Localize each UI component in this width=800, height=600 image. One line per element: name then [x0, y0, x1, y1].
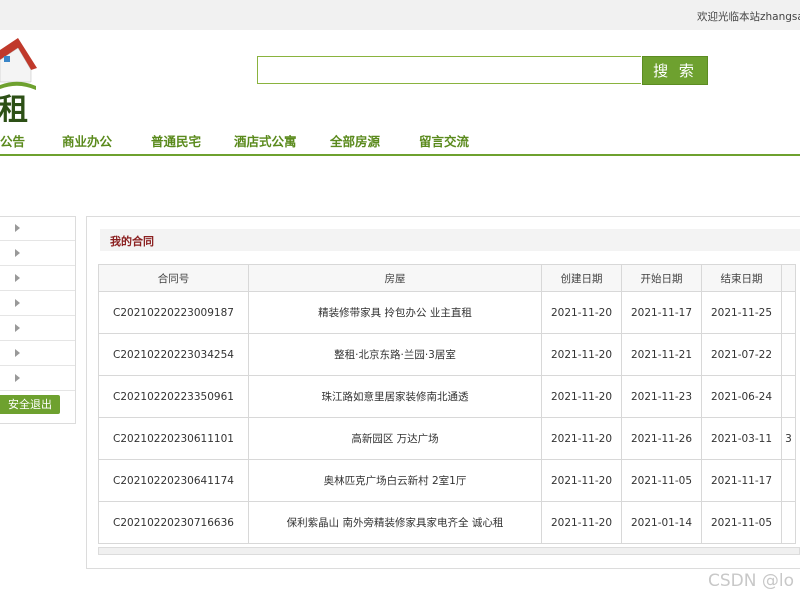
welcome-text: 欢迎光临本站zhangsa: [697, 11, 800, 23]
sidebar-item[interactable]: [0, 267, 75, 291]
column-header-end-date: 结束日期: [701, 264, 782, 292]
cell-created-date: 2021-11-20: [541, 291, 622, 334]
cell-truncated: [781, 501, 796, 544]
arrow-right-icon: [15, 224, 20, 232]
cell-truncated: [781, 459, 796, 502]
cell-house: 整租·北京东路·兰园·3居室: [248, 333, 542, 376]
cell-start-date: 2021-01-14: [621, 501, 702, 544]
logout-button[interactable]: 安全退出: [0, 395, 60, 414]
site-logo[interactable]: 租: [0, 30, 40, 128]
watermark: CSDN @lo: [708, 571, 794, 591]
sidebar-item[interactable]: [0, 242, 75, 266]
nav-item-all-listings[interactable]: 全部房源: [330, 131, 380, 150]
arrow-right-icon: [15, 274, 20, 282]
cell-house: 精装修带家具 拎包办公 业主直租: [248, 291, 542, 334]
column-header-house: 房屋: [248, 264, 542, 292]
column-header-start-date: 开始日期: [621, 264, 702, 292]
top-bar: 欢迎光临本站zhangsa: [0, 0, 800, 30]
cell-start-date: 2021-11-05: [621, 459, 702, 502]
table-row: C20210220230611101 高新园区 万达广场 2021-11-20 …: [98, 417, 796, 460]
page-title: 我的合同: [110, 235, 154, 248]
cell-end-date: 2021-06-24: [701, 375, 782, 418]
sidebar-item[interactable]: [0, 217, 75, 241]
cell-contract-id: C20210220230641174: [98, 459, 249, 502]
cell-start-date: 2021-11-21: [621, 333, 702, 376]
sidebar-item[interactable]: [0, 292, 75, 316]
cell-house: 高新园区 万达广场: [248, 417, 542, 460]
sidebar: [0, 216, 76, 424]
table-row: C20210220223350961 珠江路如意里居家装修南北通透 2021-1…: [98, 375, 796, 418]
cell-start-date: 2021-11-26: [621, 417, 702, 460]
sidebar-item[interactable]: [0, 367, 75, 391]
cell-contract-id: C20210220223009187: [98, 291, 249, 334]
table-row: C20210220223009187 精装修带家具 拎包办公 业主直租 2021…: [98, 291, 796, 334]
cell-house: 保利紫晶山 南外旁精装修家具家电齐全 诚心租: [248, 501, 542, 544]
column-header-created-date: 创建日期: [541, 264, 622, 292]
arrow-right-icon: [15, 374, 20, 382]
arrow-right-icon: [15, 249, 20, 257]
cell-house: 珠江路如意里居家装修南北通透: [248, 375, 542, 418]
cell-end-date: 2021-11-25: [701, 291, 782, 334]
logo-char: 租: [0, 93, 28, 122]
main-nav: 公告 商业办公 普通民宅 酒店式公寓 全部房源 留言交流: [0, 122, 800, 156]
sidebar-item[interactable]: [0, 317, 75, 341]
sidebar-item[interactable]: [0, 342, 75, 366]
cell-created-date: 2021-11-20: [541, 333, 622, 376]
search-input[interactable]: [257, 56, 641, 84]
cell-truncated: [781, 333, 796, 376]
cell-contract-id: C20210220230716636: [98, 501, 249, 544]
table-row: C20210220230716636 保利紫晶山 南外旁精装修家具家电齐全 诚心…: [98, 501, 796, 544]
nav-item-announcement[interactable]: 公告: [0, 131, 25, 150]
arrow-right-icon: [15, 299, 20, 307]
cell-house: 奥林匹克广场白云新村 2室1厅: [248, 459, 542, 502]
nav-item-commercial-office[interactable]: 商业办公: [62, 131, 112, 150]
cell-created-date: 2021-11-20: [541, 501, 622, 544]
cell-truncated: 3: [781, 417, 796, 460]
cell-created-date: 2021-11-20: [541, 375, 622, 418]
cell-contract-id: C20210220223034254: [98, 333, 249, 376]
column-header-contract-id: 合同号: [98, 264, 249, 292]
horizontal-scrollbar[interactable]: [98, 547, 800, 555]
arrow-right-icon: [15, 349, 20, 357]
cell-start-date: 2021-11-23: [621, 375, 702, 418]
table-row: C20210220230641174 奥林匹克广场白云新村 2室1厅 2021-…: [98, 459, 796, 502]
table-row: C20210220223034254 整租·北京东路·兰园·3居室 2021-1…: [98, 333, 796, 376]
cell-end-date: 2021-11-05: [701, 501, 782, 544]
table-header-row: 合同号 房屋 创建日期 开始日期 结束日期: [98, 264, 796, 292]
nav-item-message-board[interactable]: 留言交流: [419, 131, 469, 150]
house-logo-icon: 租: [0, 38, 37, 128]
cell-end-date: 2021-03-11: [701, 417, 782, 460]
cell-created-date: 2021-11-20: [541, 459, 622, 502]
arrow-right-icon: [15, 324, 20, 332]
contracts-table: 合同号 房屋 创建日期 开始日期 结束日期 C20210220223009187…: [98, 264, 796, 544]
column-header-truncated: [781, 264, 796, 292]
search-button[interactable]: 搜 索: [642, 56, 708, 85]
cell-contract-id: C20210220223350961: [98, 375, 249, 418]
cell-end-date: 2021-07-22: [701, 333, 782, 376]
cell-start-date: 2021-11-17: [621, 291, 702, 334]
cell-end-date: 2021-11-17: [701, 459, 782, 502]
cell-truncated: [781, 291, 796, 334]
cell-created-date: 2021-11-20: [541, 417, 622, 460]
cell-contract-id: C20210220230611101: [98, 417, 249, 460]
nav-item-residential[interactable]: 普通民宅: [151, 131, 201, 150]
cell-truncated: [781, 375, 796, 418]
panel-header: [100, 229, 800, 251]
nav-item-serviced-apartment[interactable]: 酒店式公寓: [234, 131, 297, 150]
